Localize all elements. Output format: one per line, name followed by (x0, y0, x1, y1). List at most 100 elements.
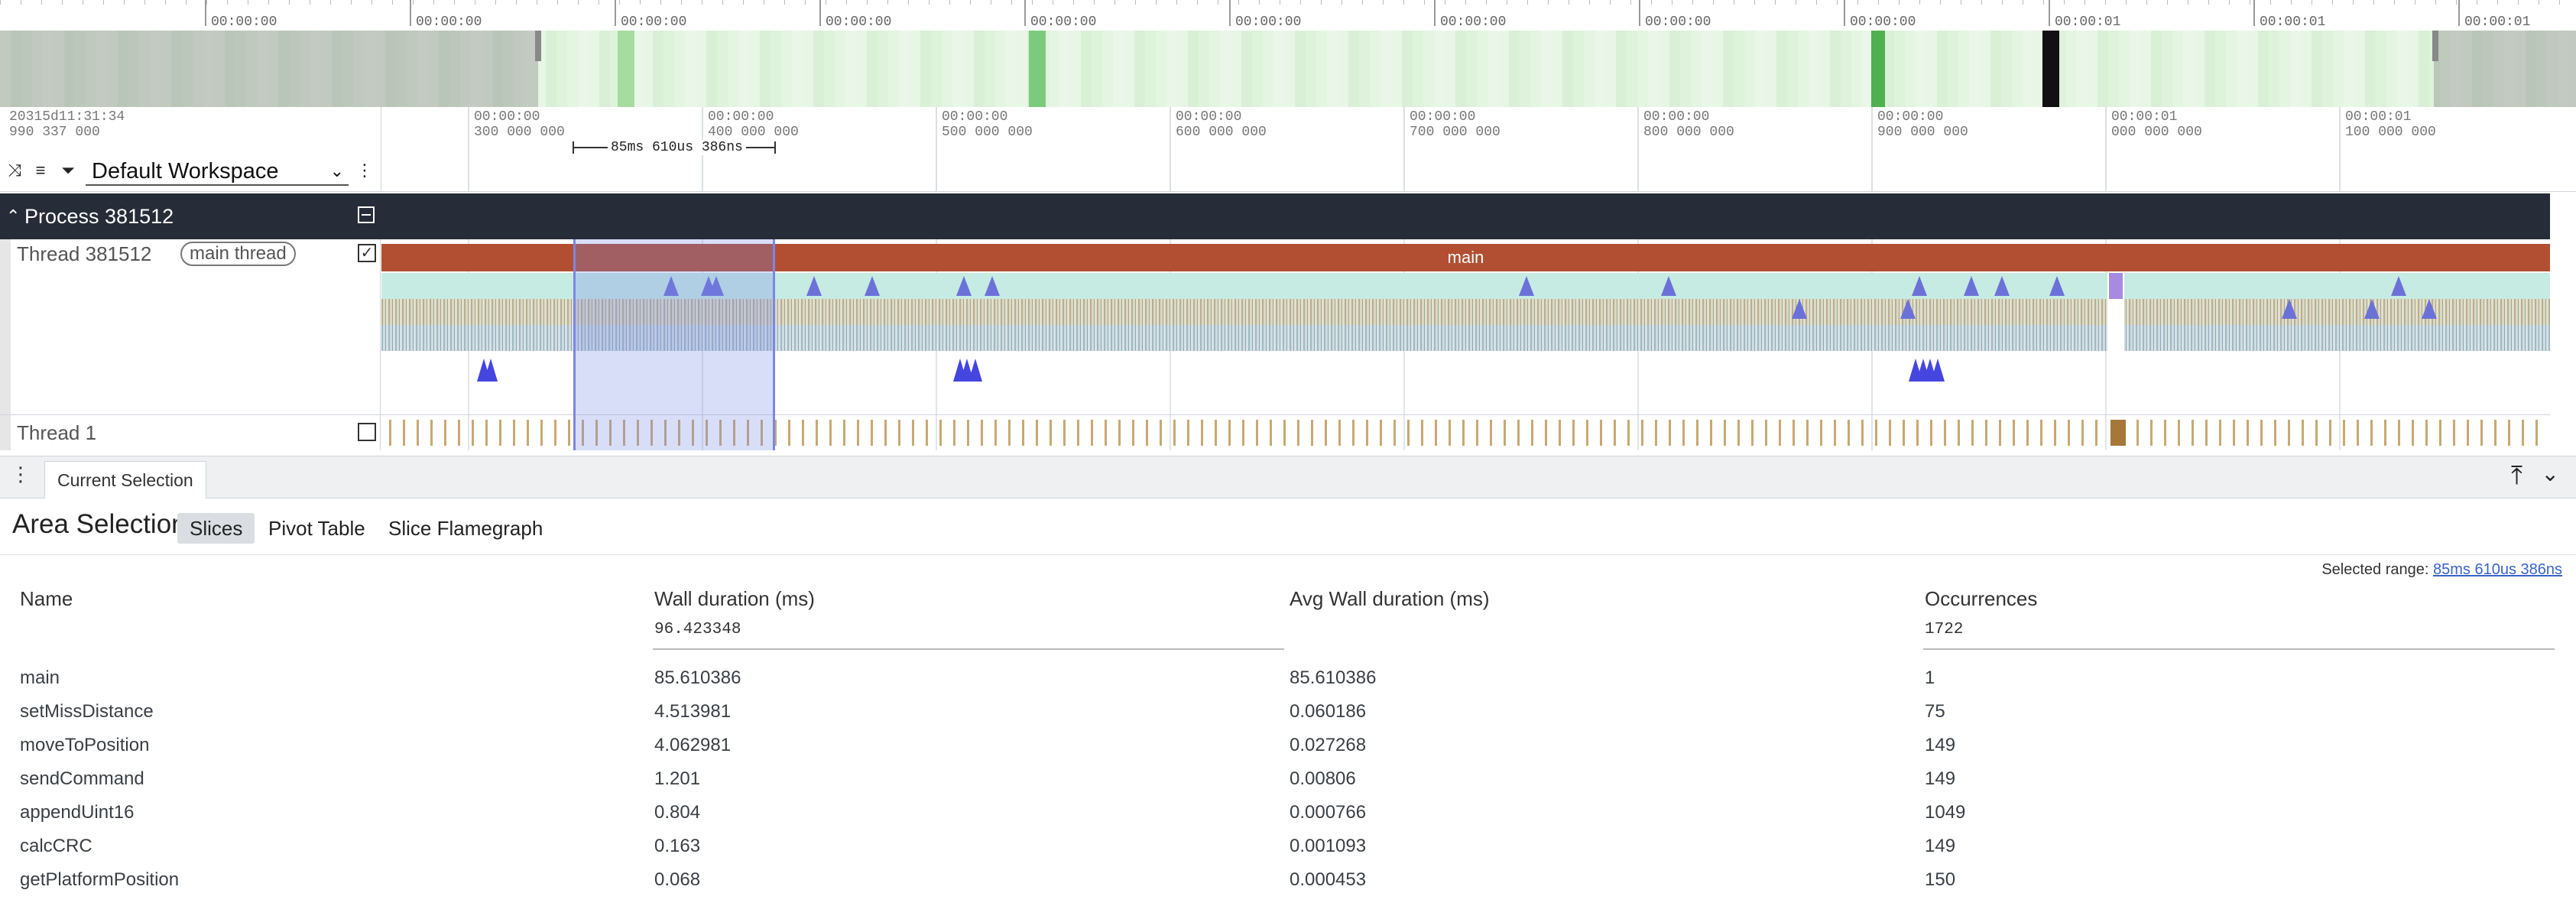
table-row[interactable]: calcCRC 0.163 0.001093 149 (0, 836, 2576, 866)
thread-1-event[interactable] (1050, 420, 1052, 446)
thread-1-event[interactable] (1600, 420, 1602, 446)
thread-1-event[interactable] (1999, 420, 2001, 446)
thread-1-event[interactable] (2522, 420, 2524, 446)
thread-1-event[interactable] (458, 420, 460, 446)
thread-1-event[interactable] (1971, 420, 1974, 446)
thread-1-event[interactable] (1806, 420, 1809, 446)
thread-1-event[interactable] (967, 420, 969, 446)
thread-1-event[interactable] (527, 420, 529, 446)
thread-1-event[interactable] (568, 420, 570, 446)
workspace-select[interactable]: Default Workspace ⌄ (86, 157, 349, 186)
thread-1-event[interactable] (884, 420, 887, 446)
thread-1-event[interactable] (1187, 420, 1189, 446)
thread-1-event[interactable] (1559, 420, 1561, 446)
thread-1-event[interactable] (1366, 420, 1368, 446)
column-header[interactable]: Name (20, 587, 73, 611)
thread-1-event[interactable] (2192, 420, 2194, 446)
thread-1-event[interactable] (1352, 420, 1355, 446)
thread-1-event[interactable] (1036, 420, 1038, 446)
instant-event-marker[interactable] (1964, 276, 1979, 296)
thread-1-event[interactable] (1531, 420, 1533, 446)
instant-event-marker[interactable] (985, 276, 1000, 296)
minimap-left-handle[interactable] (535, 31, 541, 61)
thread-1-event[interactable] (1545, 420, 1547, 446)
thread-1-event[interactable] (1283, 420, 1286, 446)
thread-1-event[interactable] (2357, 420, 2359, 446)
instant-event-marker[interactable] (1661, 276, 1676, 296)
thread-1-event[interactable] (417, 420, 419, 446)
thread-1-event[interactable] (1462, 420, 1465, 446)
thread-1-event[interactable] (485, 420, 488, 446)
instant-event-marker[interactable] (2049, 276, 2065, 296)
column-header[interactable]: Occurrences (1925, 587, 2037, 611)
thread-1-event[interactable] (2274, 420, 2276, 446)
thread-1-event[interactable] (1875, 420, 1877, 446)
thread-1-event[interactable] (2343, 420, 2345, 446)
kebab-menu-icon[interactable]: ⋮ (356, 162, 373, 179)
thread-1-event[interactable] (2150, 420, 2153, 446)
thread-1-event[interactable] (2315, 420, 2318, 446)
flow-event-marker[interactable] (1931, 359, 1945, 382)
thread-1-event[interactable] (2329, 420, 2331, 446)
thread-1-event[interactable] (843, 420, 845, 446)
thread-1-event[interactable] (2247, 420, 2249, 446)
panel-collapse-icon[interactable]: ⌄ (2542, 461, 2559, 486)
instant-event-marker[interactable] (2391, 276, 2406, 296)
thread-1-event[interactable] (2164, 420, 2166, 446)
instant-event-marker[interactable] (2364, 299, 2380, 319)
thread-1-event[interactable] (1476, 420, 1478, 446)
instant-event-marker[interactable] (1792, 299, 1807, 319)
view-slice-flamegraph-button[interactable]: Slice Flamegraph (376, 513, 555, 544)
thread-1-event[interactable] (1380, 420, 1382, 446)
thread-1-event[interactable] (1792, 420, 1795, 446)
thread-1-event[interactable] (1008, 420, 1011, 446)
thread-1-event[interactable] (2494, 420, 2497, 446)
thread-1-event[interactable] (2136, 420, 2139, 446)
area-selection-overlay[interactable] (573, 239, 775, 450)
thread-1-event[interactable] (1407, 420, 1410, 446)
table-row[interactable]: getPlatformPosition 0.068 0.000453 150 (0, 869, 2576, 900)
thread-1-event[interactable] (499, 420, 501, 446)
thread-1-event[interactable] (898, 420, 900, 446)
thread-1-event[interactable] (1160, 420, 1162, 446)
thread-1-event[interactable] (1669, 420, 1671, 446)
thread-1-event[interactable] (871, 420, 873, 446)
thread-1-event[interactable] (540, 420, 543, 446)
thread-1-event[interactable] (1504, 420, 1506, 446)
thread-1-slice[interactable] (2110, 420, 2126, 446)
thread-1-event[interactable] (1146, 420, 1148, 446)
panel-maximize-icon[interactable]: ⤒ (2511, 461, 2522, 491)
thread-1-event[interactable] (926, 420, 928, 446)
thread-1-event[interactable] (1586, 420, 1588, 446)
instant-event-marker[interactable] (956, 276, 972, 296)
instant-event-marker[interactable] (1994, 276, 2010, 296)
tab-current-selection[interactable]: Current Selection (44, 461, 206, 498)
thread-1-event[interactable] (1421, 420, 1423, 446)
sort-lines-icon[interactable]: ≡ (32, 162, 49, 179)
thread-1-event[interactable] (513, 420, 515, 446)
thread-1-event[interactable] (2439, 420, 2441, 446)
thread-1-event[interactable] (1861, 420, 1864, 446)
thread-1-event[interactable] (912, 420, 914, 446)
thread-1-event[interactable] (816, 420, 818, 446)
thread-1-event[interactable] (2081, 420, 2084, 446)
thread-1-event[interactable] (1297, 420, 1299, 446)
thread-1-event[interactable] (1903, 420, 1905, 446)
thread-1-event[interactable] (2425, 420, 2428, 446)
thread-1-event[interactable] (1022, 420, 1024, 446)
thread-1-event[interactable] (2508, 420, 2510, 446)
table-row[interactable]: appendUint16 0.804 0.000766 1049 (0, 802, 2576, 833)
thread-1-event[interactable] (1173, 420, 1176, 446)
minimap-outside-right[interactable] (2434, 31, 2576, 107)
collapse-all-icon[interactable]: ⤨ (6, 162, 23, 179)
thread-1-event[interactable] (1985, 420, 1987, 446)
thread-1-event[interactable] (1751, 420, 1754, 446)
thread-1-event[interactable] (802, 420, 804, 446)
instant-event-marker[interactable] (1900, 299, 1916, 319)
thread-1-event[interactable] (2412, 420, 2414, 446)
thread-1-event[interactable] (1916, 420, 1919, 446)
thread-1-event[interactable] (430, 420, 433, 446)
thread-1-event[interactable] (1930, 420, 1932, 446)
thread-1-event[interactable] (1077, 420, 1079, 446)
thread-1-header[interactable]: Thread 1 (0, 415, 381, 450)
